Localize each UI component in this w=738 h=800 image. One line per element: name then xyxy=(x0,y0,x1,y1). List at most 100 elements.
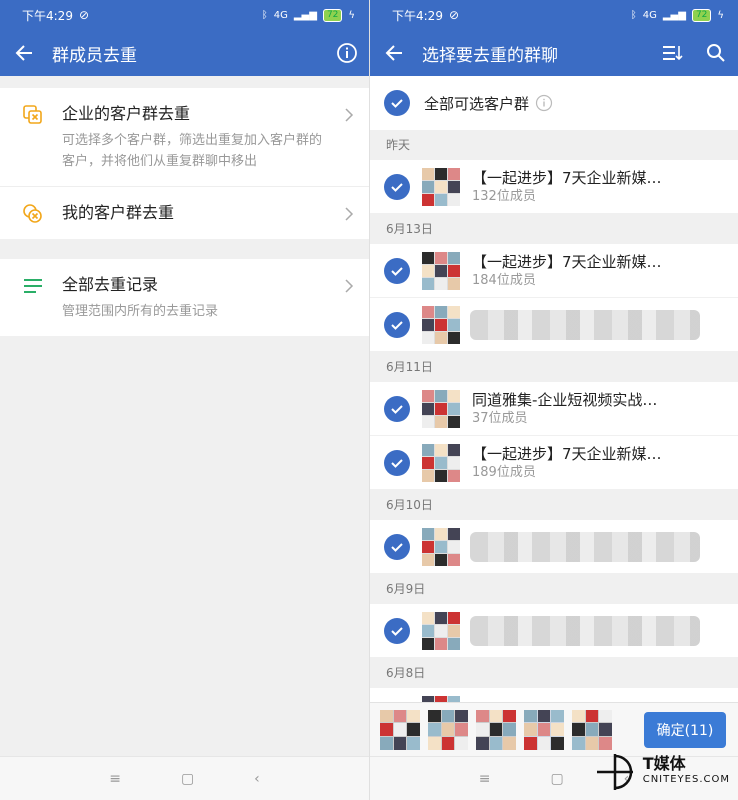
app-bar: 群成员去重 xyxy=(0,30,369,76)
search-button[interactable] xyxy=(694,30,738,76)
signal-icon: ▂▄▆ xyxy=(662,9,686,21)
page-title: 选择要去重的群聊 xyxy=(422,45,558,66)
back-button[interactable] xyxy=(372,30,416,76)
my-group-dedupe-icon xyxy=(23,204,42,223)
group-row[interactable]: 【一起进步】7天企业新媒… 184位成员 xyxy=(370,244,738,298)
select-all-row[interactable]: 全部可选客户群 xyxy=(370,76,738,130)
selected-group-thumb[interactable] xyxy=(428,709,468,750)
page-title: 群成员去重 xyxy=(52,45,137,66)
group-avatar xyxy=(422,443,460,482)
home-nav-icon[interactable]: ▢ xyxy=(550,771,563,787)
date-section-header: 6月8日 xyxy=(370,658,738,688)
item-title: 全部去重记录 xyxy=(62,275,159,294)
group-avatar xyxy=(422,167,460,206)
home-nav-icon[interactable]: ▢ xyxy=(181,771,194,787)
check-icon[interactable] xyxy=(384,449,410,476)
sort-button[interactable] xyxy=(650,30,694,76)
selected-group-thumb[interactable] xyxy=(380,709,420,750)
group-row[interactable]: 【一起进步】7天企业新媒… 189位成员 xyxy=(370,436,738,490)
selected-group-thumb[interactable] xyxy=(524,709,564,750)
item-title: 企业的客户群去重 xyxy=(62,104,191,123)
confirm-button[interactable]: 确定(11) xyxy=(644,712,726,748)
back-button[interactable] xyxy=(2,30,46,76)
date-section-header: 昨天 xyxy=(370,130,738,160)
back-arrow-icon xyxy=(385,45,402,61)
status-bar: 下午4:29 ⊘ ᛒ 4G ▂▄▆ 72 ϟ xyxy=(0,0,369,30)
bluetooth-icon: ᛒ xyxy=(261,9,268,21)
info-button[interactable] xyxy=(325,30,369,76)
group-dedupe-icon xyxy=(23,105,42,124)
selection-bar: 确定(11) xyxy=(370,702,738,756)
dedupe-options: 企业的客户群去重 可选择多个客户群，筛选出重复加入客户群的客户，并将他们从重复群… xyxy=(0,88,369,239)
charging-icon: ϟ xyxy=(348,9,355,21)
group-avatar xyxy=(422,251,460,290)
group-row[interactable] xyxy=(370,604,738,658)
date-section-header: 6月10日 xyxy=(370,490,738,520)
group-row[interactable] xyxy=(370,298,738,352)
group-row[interactable]: 【一起进步】7天企业新媒… 132位成员 xyxy=(370,160,738,214)
check-icon[interactable] xyxy=(384,395,410,422)
charging-icon: ϟ xyxy=(717,9,724,21)
selected-group-thumb[interactable] xyxy=(572,709,612,750)
info-icon xyxy=(337,43,357,63)
group-info: 【一起进步】7天企业新媒… 132位成员 xyxy=(472,168,738,206)
watermark-title: T媒体 xyxy=(642,754,686,773)
item-title: 我的客户群去重 xyxy=(62,203,175,222)
group-name: 【一起进步】7天企业新媒… xyxy=(472,168,662,187)
group-info: 【一起进步】7天企业新媒… 184位成员 xyxy=(472,252,738,290)
date-section-header: 6月9日 xyxy=(370,574,738,604)
check-icon[interactable] xyxy=(384,617,410,644)
group-list: 昨天 【一起进步】7天企业新媒… 132位成员 6月13日 【一起进步】7天企业新媒… 1… xyxy=(370,130,738,742)
check-icon[interactable] xyxy=(384,257,410,284)
group-avatar xyxy=(422,305,460,344)
group-row[interactable] xyxy=(370,520,738,574)
redacted-group-name xyxy=(470,532,700,562)
system-nav-bar: ≡ ▢ ‹ xyxy=(0,756,369,800)
enterprise-group-dedupe-item[interactable]: 企业的客户群去重 可选择多个客户群，筛选出重复加入客户群的客户，并将他们从重复群… xyxy=(0,88,369,187)
dnd-icon: ⊘ xyxy=(78,8,90,22)
watermark-logo-icon xyxy=(596,754,633,790)
back-nav-icon[interactable]: ‹ xyxy=(254,771,260,787)
bluetooth-icon: ᛒ xyxy=(630,9,637,21)
back-arrow-icon xyxy=(15,45,32,61)
group-avatar xyxy=(422,527,460,566)
watermark: T媒体 CNITEYES.COM xyxy=(595,752,730,792)
date-section-header: 6月13日 xyxy=(370,214,738,244)
group-member-count: 37位成员 xyxy=(472,410,528,426)
chevron-right-icon xyxy=(345,279,354,293)
status-time: 下午4:29 xyxy=(392,8,443,23)
redacted-group-name xyxy=(470,616,700,646)
sort-icon xyxy=(663,46,683,61)
check-icon[interactable] xyxy=(384,90,410,116)
signal-label: 4G xyxy=(642,9,657,21)
my-group-dedupe-item[interactable]: 我的客户群去重 xyxy=(0,187,369,239)
group-row[interactable]: 同道雅集-企业短视频实战… 37位成员 xyxy=(370,382,738,436)
check-icon[interactable] xyxy=(384,311,410,338)
select-all-label: 全部可选客户群 xyxy=(424,94,530,113)
app-bar: 选择要去重的群聊 xyxy=(370,30,738,76)
signal-label: 4G xyxy=(273,9,288,21)
group-member-count: 189位成员 xyxy=(472,464,536,480)
info-icon[interactable] xyxy=(535,94,553,112)
all-dedupe-records-item[interactable]: 全部去重记录 管理范围内所有的去重记录 xyxy=(0,259,369,336)
date-section-header: 6月11日 xyxy=(370,352,738,382)
group-member-count: 184位成员 xyxy=(472,272,536,288)
check-icon[interactable] xyxy=(384,533,410,560)
select-groups-screen: 下午4:29 ⊘ ᛒ 4G ▂▄▆ 72 ϟ 选择要去重的群聊 全部可选客户群 … xyxy=(369,0,738,800)
group-name: 【一起进步】7天企业新媒… xyxy=(472,444,662,463)
group-info: 同道雅集-企业短视频实战… 37位成员 xyxy=(472,390,738,428)
menu-nav-icon[interactable]: ≡ xyxy=(109,771,121,787)
group-avatar xyxy=(422,611,460,650)
item-description: 管理范围内所有的去重记录 xyxy=(62,304,219,319)
battery-indicator: 72 xyxy=(691,8,712,22)
check-icon[interactable] xyxy=(384,173,410,200)
menu-nav-icon[interactable]: ≡ xyxy=(479,771,491,787)
list-icon xyxy=(24,279,42,293)
group-name: 【一起进步】7天企业新媒… xyxy=(472,252,662,271)
watermark-url: CNITEYES.COM xyxy=(642,774,730,785)
group-member-count: 132位成员 xyxy=(472,188,536,204)
item-description: 可选择多个客户群，筛选出重复加入客户群的客户，并将他们从重复群聊中移出 xyxy=(62,133,323,169)
dedupe-home-screen: 下午4:29 ⊘ ᛒ 4G ▂▄▆ 72 ϟ 群成员去重 企业的客户群去重 可选… xyxy=(0,0,369,800)
selected-group-thumb[interactable] xyxy=(476,709,516,750)
group-info: 【一起进步】7天企业新媒… 189位成员 xyxy=(472,444,738,482)
